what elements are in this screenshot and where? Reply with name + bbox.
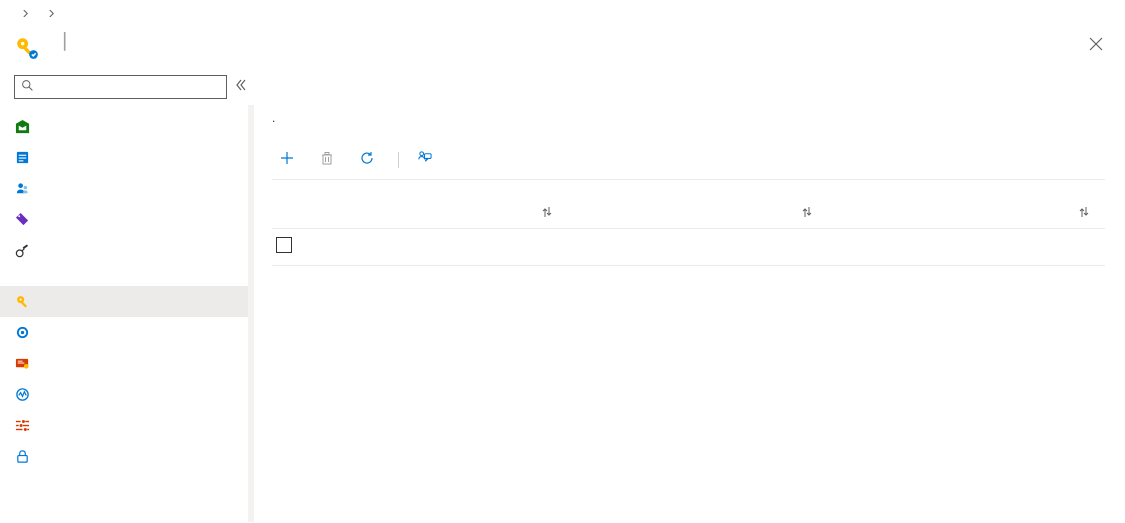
sort-icon	[802, 206, 828, 222]
close-button[interactable]	[1081, 29, 1111, 59]
chevron-right-icon	[48, 8, 55, 19]
sidebar-heading-settings	[0, 266, 254, 286]
activity-log-icon	[14, 150, 30, 166]
sidebar-item-activity-log[interactable]	[0, 142, 254, 173]
refresh-button[interactable]	[352, 147, 388, 173]
feedback-icon	[417, 150, 432, 169]
gear-icon	[14, 325, 30, 341]
plus-icon	[280, 151, 294, 169]
sidebar-item-nginx-certificates[interactable]	[0, 348, 254, 379]
scrollbar-track[interactable]	[248, 105, 254, 522]
sidebar	[0, 71, 254, 522]
trash-icon	[320, 151, 334, 169]
page-header: |	[0, 23, 1125, 71]
sidebar-item-tags[interactable]	[0, 204, 254, 235]
identity-icon	[14, 294, 30, 310]
refresh-icon	[360, 151, 374, 169]
feedback-button[interactable]	[409, 146, 446, 173]
sidebar-item-locks[interactable]	[0, 441, 254, 472]
toolbar-separator	[398, 152, 399, 168]
sidebar-item-properties[interactable]	[0, 410, 254, 441]
column-header-subscription[interactable]	[828, 206, 1105, 222]
table-row[interactable]	[272, 229, 1105, 266]
title-separator: |	[62, 29, 67, 54]
sidebar-item-diagnose[interactable]	[0, 235, 254, 266]
tabbar	[272, 77, 1105, 96]
main-content: .	[254, 71, 1125, 522]
sidebar-item-overview[interactable]	[0, 111, 254, 142]
diagnose-icon	[14, 243, 30, 259]
certificate-icon	[14, 356, 30, 372]
toolbar	[272, 146, 1105, 180]
sidebar-item-identity[interactable]	[0, 286, 254, 317]
identities-table	[272, 200, 1105, 266]
tags-icon	[14, 212, 30, 228]
description-text: .	[272, 110, 1105, 128]
column-header-resource-group[interactable]	[568, 206, 828, 222]
column-header-name[interactable]	[308, 206, 568, 222]
overview-icon	[14, 119, 30, 135]
sort-icon	[1079, 206, 1105, 222]
sidebar-search-box[interactable]	[14, 75, 227, 99]
collapse-sidebar-button[interactable]	[235, 79, 247, 95]
search-icon	[21, 79, 34, 96]
sort-icon	[542, 206, 568, 222]
lock-icon	[14, 449, 30, 465]
table-header	[272, 200, 1105, 229]
remove-button[interactable]	[312, 147, 348, 173]
key-identity-icon	[14, 35, 40, 61]
chevron-right-icon	[22, 8, 29, 19]
sidebar-search-input[interactable]	[34, 79, 220, 96]
access-control-icon	[14, 181, 30, 197]
row-checkbox[interactable]	[276, 237, 292, 253]
properties-icon	[14, 418, 30, 434]
sidebar-item-access-control[interactable]	[0, 173, 254, 204]
sidebar-nav	[0, 107, 254, 472]
breadcrumb	[0, 0, 1125, 23]
sidebar-item-nginx-monitoring[interactable]	[0, 379, 254, 410]
monitor-icon	[14, 387, 30, 403]
sidebar-item-nginx-configuration[interactable]	[0, 317, 254, 348]
add-button[interactable]	[272, 147, 308, 173]
